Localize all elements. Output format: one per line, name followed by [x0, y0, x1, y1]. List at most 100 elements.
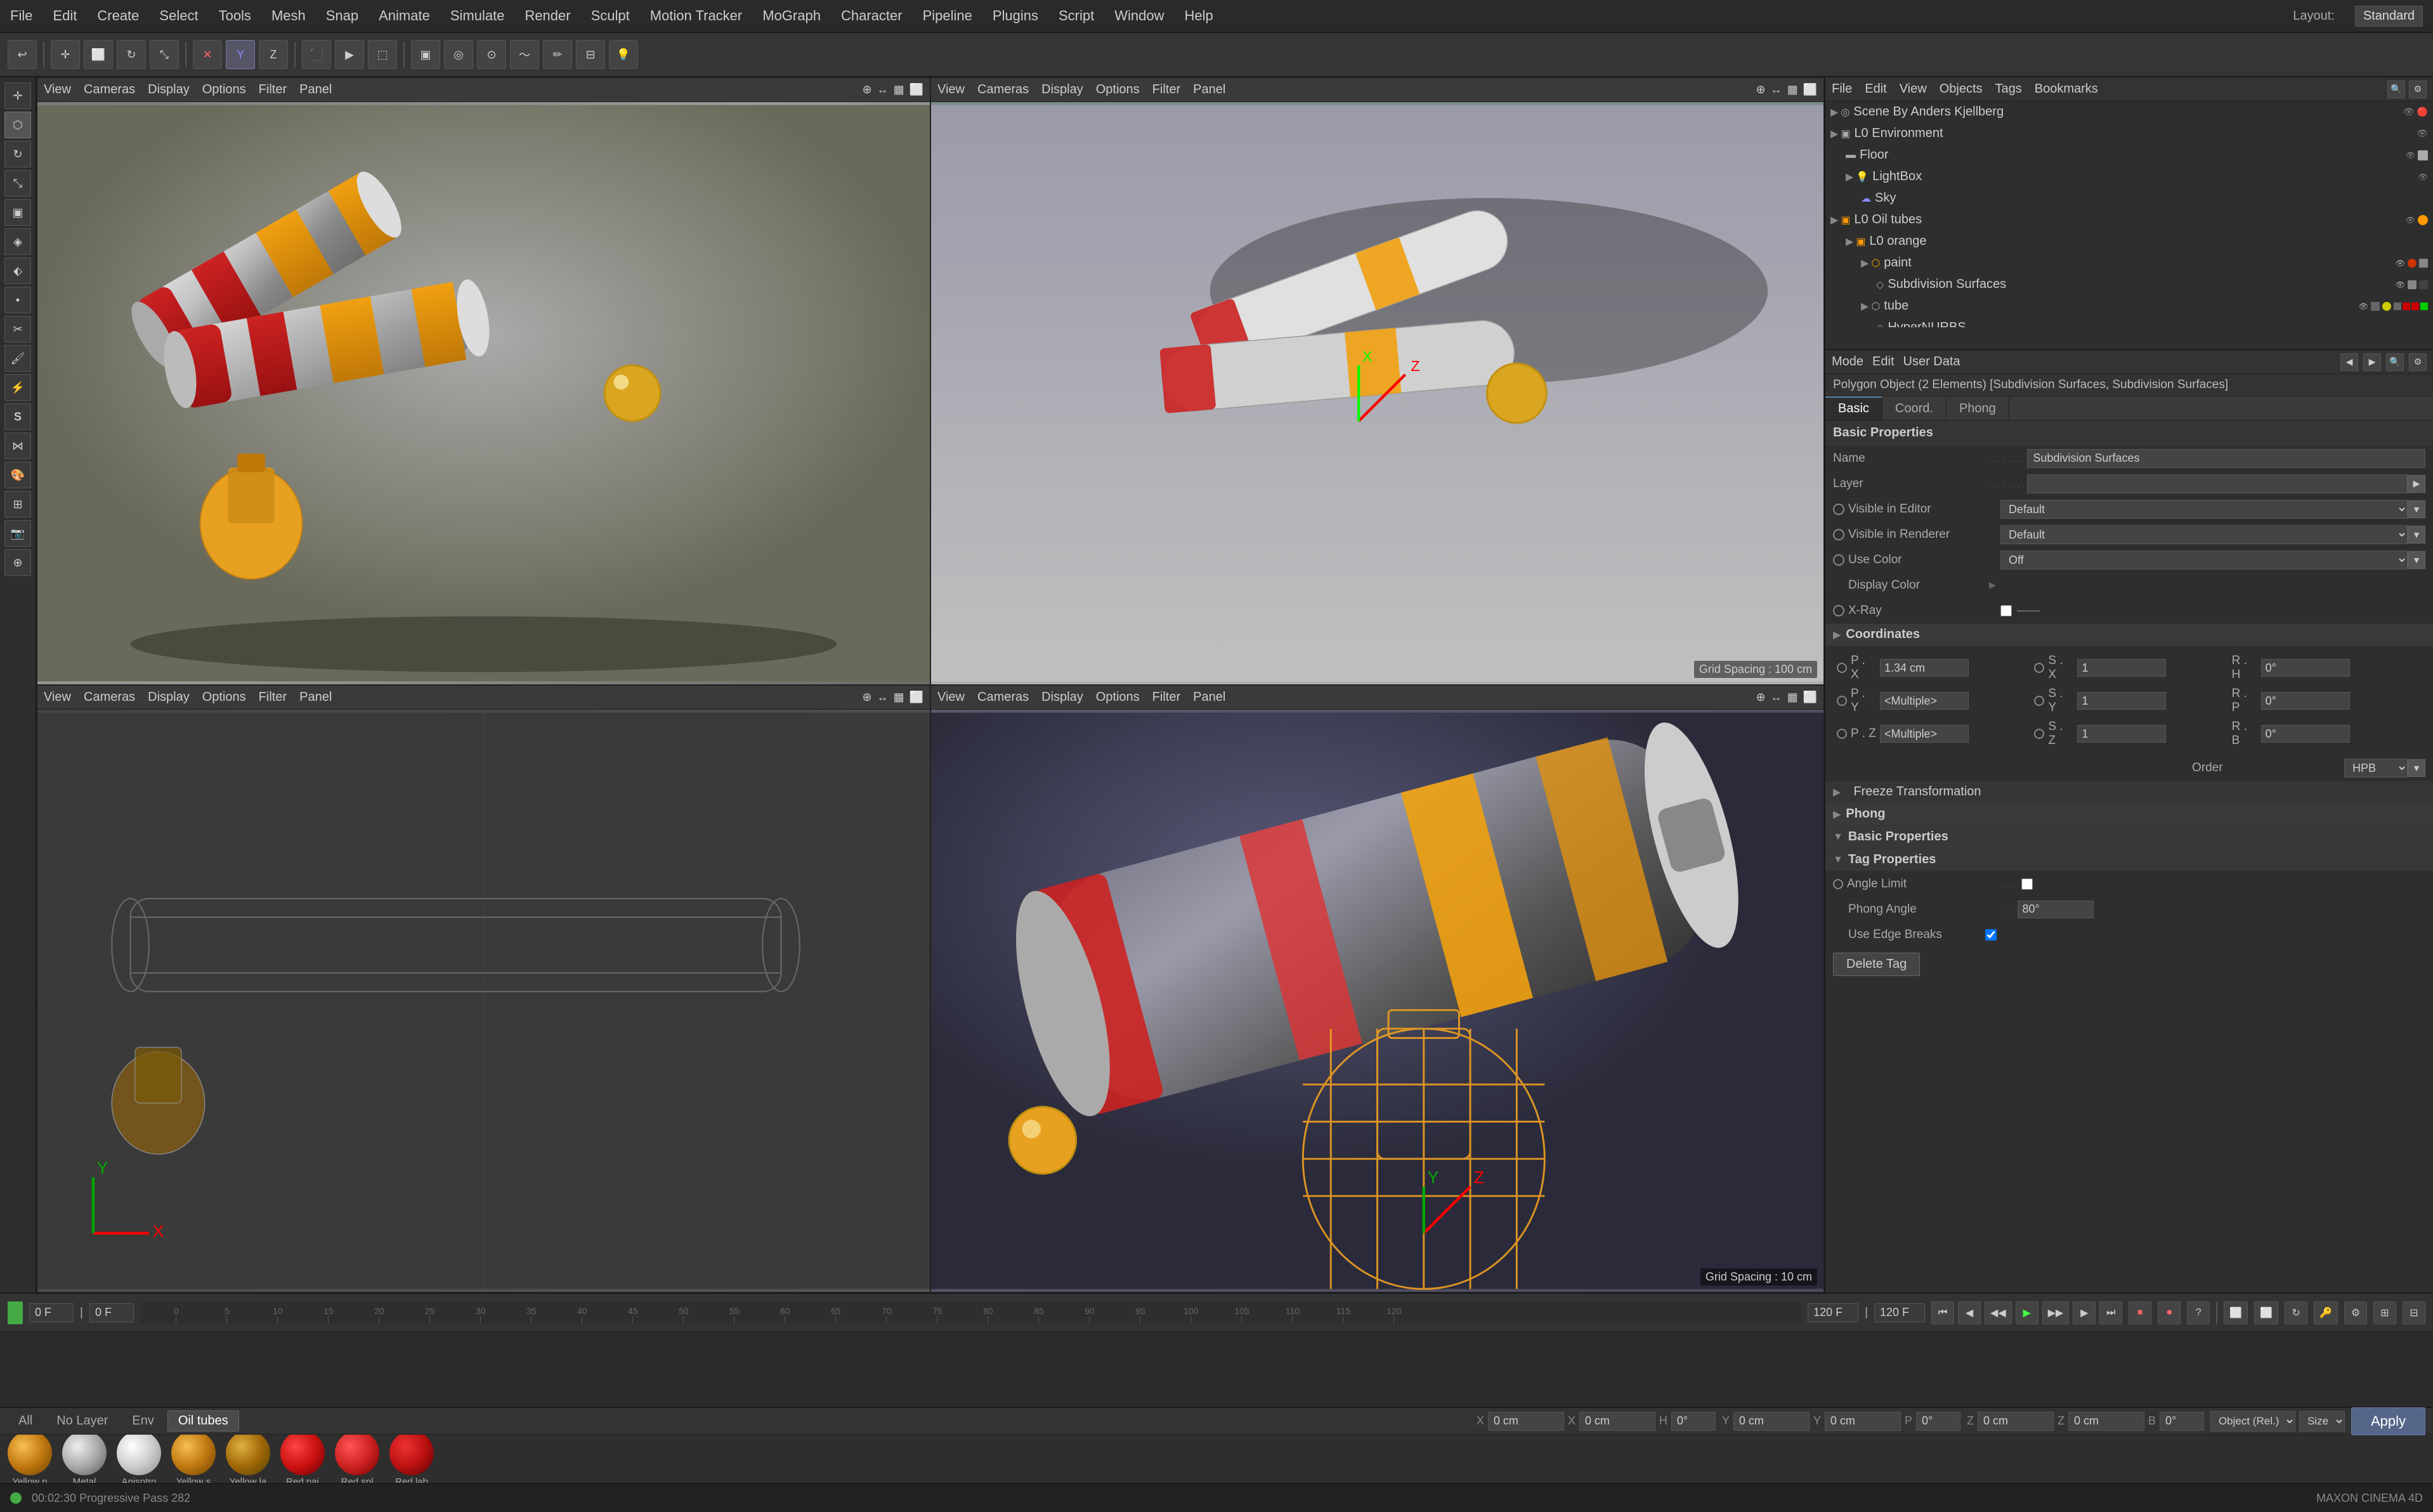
om-settings-icon[interactable]: ⚙ — [2409, 81, 2427, 98]
prop-display-color-arrow[interactable]: ▶ — [1989, 580, 1996, 590]
mat-yellow-la[interactable]: Yellow la — [226, 1435, 270, 1483]
viewport-front-content[interactable]: Z Y — [931, 710, 1823, 1292]
mat-metal[interactable]: Metal — [62, 1435, 107, 1483]
menu-animate[interactable]: Animate — [379, 8, 430, 24]
menu-mesh[interactable]: Mesh — [271, 8, 306, 24]
vp-top-panel[interactable]: Panel — [1193, 82, 1225, 97]
vp-front-icon-2[interactable]: ↔ — [1771, 691, 1782, 704]
tree-item-environment[interactable]: ▶ ▣ L0 Environment 👁 — [1825, 123, 2433, 145]
attr-x2-pos[interactable] — [1579, 1412, 1655, 1431]
menu-mograph[interactable]: MoGraph — [762, 8, 821, 24]
viewport-perspective-content[interactable] — [37, 102, 930, 684]
vp-top-icon-4[interactable]: ⬜ — [1803, 83, 1817, 96]
mat-yellow-p[interactable]: Yellow p — [8, 1435, 52, 1483]
coord-sx-input[interactable] — [2077, 659, 2166, 677]
sidebar-knife-icon[interactable]: ✂ — [4, 316, 31, 342]
prop-layer-button[interactable]: ▶ — [2408, 475, 2425, 493]
tree-item-paint-orange[interactable]: ▶ ⬡ paint 👁 — [1825, 252, 2433, 274]
sidebar-magnet-icon[interactable]: ⚡ — [4, 374, 31, 401]
viewport-top[interactable]: View Cameras Display Options Filter Pane… — [930, 77, 1824, 685]
vp-top-filter[interactable]: Filter — [1152, 82, 1180, 97]
tree-item-scene[interactable]: ▶ ◎ Scene By Anders Kjellberg 👁 🔴 — [1825, 101, 2433, 123]
prop-use-color-arrow[interactable]: ▼ — [2408, 551, 2425, 569]
prop-name-input[interactable] — [2027, 449, 2425, 468]
tree-item-sky[interactable]: ☁ Sky — [1825, 188, 2433, 209]
prop-userdata[interactable]: User Data — [1903, 355, 1960, 369]
tag4[interactable] — [2420, 303, 2428, 310]
tree-item-floor[interactable]: ▬ Floor 👁 — [1825, 145, 2433, 166]
om-file[interactable]: File — [1832, 82, 1852, 96]
tree-vis-env[interactable]: 👁 — [2417, 128, 2428, 139]
tree-vis-floor[interactable]: 👁 — [2406, 151, 2415, 160]
light-button[interactable]: 💡 — [609, 40, 638, 69]
nurbs-button[interactable]: 〜 — [510, 40, 539, 69]
vp-right-icon-3[interactable]: ▦ — [894, 691, 904, 704]
sidebar-paint-icon[interactable]: 🎨 — [4, 462, 31, 488]
prop-mode[interactable]: Mode — [1832, 355, 1863, 369]
prop-settings-icon[interactable]: ⚙ — [2409, 353, 2427, 371]
attr-y-pos[interactable] — [1733, 1412, 1810, 1431]
prop-angle-limit-checkbox[interactable] — [2021, 878, 2033, 890]
attr-y2-pos[interactable] — [1825, 1412, 1901, 1431]
tree-tag-floor[interactable] — [2418, 150, 2428, 160]
vp-icon-3[interactable]: ▦ — [894, 83, 904, 96]
tree-vis-oiltubes[interactable]: 👁 — [2406, 216, 2415, 225]
prop-edge-breaks-checkbox[interactable] — [1985, 929, 1997, 941]
vp-right-cameras[interactable]: Cameras — [84, 690, 135, 705]
vp-right-icon-1[interactable]: ⊕ — [862, 691, 871, 704]
transport-key5[interactable]: ⚙ — [2344, 1301, 2367, 1324]
y-axis-button[interactable]: Y — [226, 40, 255, 69]
timeline-fps-input[interactable] — [1874, 1303, 1925, 1322]
transport-prev-frame[interactable]: ◀ — [1958, 1301, 1981, 1324]
transport-to-start[interactable]: ⏮ — [1931, 1301, 1954, 1324]
transport-key1[interactable]: ⬜ — [2224, 1301, 2248, 1324]
om-search-icon[interactable]: 🔍 — [2387, 81, 2405, 98]
transport-key3[interactable]: ↻ — [2285, 1301, 2307, 1324]
sidebar-extra1-icon[interactable]: ⊕ — [4, 549, 31, 576]
viewport-right-content[interactable]: X Y — [37, 710, 930, 1292]
sidebar-deform-icon[interactable]: ⋈ — [4, 433, 31, 459]
menu-help[interactable]: Help — [1185, 8, 1213, 24]
viewport-front[interactable]: View Cameras Display Options Filter Pane… — [930, 685, 1824, 1293]
vp-front-icon-1[interactable]: ⊕ — [1756, 691, 1765, 704]
animation-button[interactable]: ▶ — [335, 40, 364, 69]
sidebar-select-icon[interactable]: ⬡ — [4, 112, 31, 138]
mat-tab-env[interactable]: Env — [121, 1411, 164, 1431]
mat-tab-nolayer[interactable]: No Layer — [46, 1411, 119, 1431]
menu-file[interactable]: File — [10, 8, 32, 24]
tree-vis-scene[interactable]: 👁 — [2403, 107, 2415, 117]
vp-front-cameras[interactable]: Cameras — [977, 690, 1029, 705]
viewport-perspective[interactable]: View Cameras Display Options Filter Pane… — [37, 77, 930, 685]
vp-front-icon-4[interactable]: ⬜ — [1803, 691, 1817, 704]
sidebar-box-icon[interactable]: ▣ — [4, 199, 31, 226]
delete-tag-button[interactable]: Delete Tag — [1833, 953, 1920, 976]
transport-prev[interactable]: ◀◀ — [1985, 1301, 2012, 1324]
prop-visible-editor-select[interactable]: DefaultOnOff — [2000, 500, 2408, 519]
select-tool-button[interactable]: ⬜ — [84, 40, 113, 69]
menu-sculpt[interactable]: Sculpt — [591, 8, 630, 24]
om-bookmarks[interactable]: Bookmarks — [2035, 82, 2098, 96]
coord-rb-input[interactable] — [2261, 725, 2350, 743]
transport-record[interactable]: ⏺ — [2158, 1301, 2181, 1324]
timeline-end-input[interactable] — [1808, 1303, 1858, 1322]
coord-sz-input[interactable] — [2077, 725, 2166, 743]
om-edit[interactable]: Edit — [1865, 82, 1886, 96]
prop-edit[interactable]: Edit — [1872, 355, 1894, 369]
transport-question[interactable]: ? — [2187, 1301, 2210, 1324]
tag2[interactable] — [2403, 303, 2410, 310]
rotate-tool-button[interactable]: ↻ — [117, 40, 146, 69]
menu-simulate[interactable]: Simulate — [450, 8, 505, 24]
vp-front-view[interactable]: View — [937, 690, 965, 705]
tree-mat-tube-o[interactable] — [2382, 302, 2391, 311]
sidebar-rotate-icon[interactable]: ↻ — [4, 141, 31, 167]
sidebar-brush-icon[interactable]: 🖌 — [4, 345, 31, 372]
tree-vis-lightbox[interactable]: 👁 — [2418, 173, 2428, 181]
sidebar-s-icon[interactable]: S — [4, 403, 31, 430]
coord-rp-input[interactable] — [2261, 692, 2350, 710]
vp-front-options[interactable]: Options — [1096, 690, 1140, 705]
apply-button[interactable]: Apply — [2351, 1407, 2425, 1435]
prop-fwd-button[interactable]: ▶ — [2363, 353, 2381, 371]
vp-front-icon-3[interactable]: ▦ — [1787, 691, 1798, 704]
tree-item-oiltubes[interactable]: ▶ ▣ L0 Oil tubes 👁 — [1825, 209, 2433, 231]
transport-key4[interactable]: 🔑 — [2314, 1301, 2338, 1324]
